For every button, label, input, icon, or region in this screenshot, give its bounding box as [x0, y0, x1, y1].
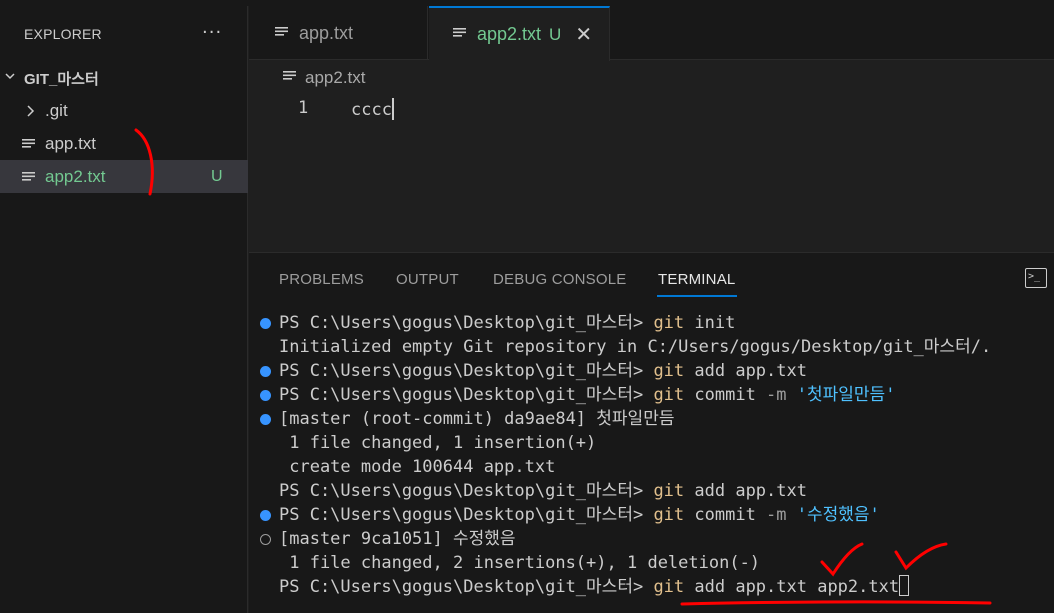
command-success-icon [260, 318, 271, 329]
new-terminal-icon[interactable]: >_ [1025, 268, 1047, 288]
tree-item-git[interactable]: .git [0, 94, 248, 127]
file-lines-icon [283, 68, 297, 88]
vscode-window: EXPLORER ··· GIT_마스터 .git app.txt app2.t… [0, 0, 1054, 613]
terminal-line: [master (root-commit) da9ae84] 첫파일만듬 [279, 409, 675, 429]
terminal-line: PS C:\Users\gogus\Desktop\git_마스터> git c… [279, 385, 896, 405]
command-pending-icon [260, 534, 271, 545]
command-success-icon [260, 510, 271, 521]
ellipsis-icon[interactable]: ··· [202, 22, 222, 43]
line-text[interactable]: cccc [351, 98, 394, 120]
tab-terminal[interactable]: TERMINAL [658, 271, 735, 288]
editor-tabbar: app.txt app2.txt U ✕ [249, 6, 1054, 61]
untracked-badge: U [211, 167, 223, 185]
tab-app2-txt[interactable]: app2.txt U ✕ [429, 6, 610, 61]
terminal-line: PS C:\Users\gogus\Desktop\git_마스터> git i… [279, 313, 736, 333]
tab-label: app2.txt [477, 24, 542, 44]
tree-item-app2-txt[interactable]: app2.txt U [0, 160, 248, 193]
explorer-title: EXPLORER [24, 26, 102, 42]
file-lines-icon [22, 169, 38, 185]
workspace-folder[interactable]: GIT_마스터 [0, 64, 248, 92]
terminal-line: create mode 100644 app.txt [279, 457, 556, 477]
tab-debug-console[interactable]: DEBUG CONSOLE [493, 271, 626, 288]
text-cursor [391, 98, 394, 120]
chevron-right-icon [22, 103, 38, 119]
breadcrumb-file: app2.txt [305, 68, 366, 87]
tab-label: app.txt [299, 22, 354, 43]
tab-output[interactable]: OUTPUT [396, 271, 459, 288]
terminal-line: 1 file changed, 1 insertion(+) [279, 433, 597, 453]
command-success-icon [260, 414, 271, 425]
untracked-badge: U [549, 24, 562, 44]
terminal-line: PS C:\Users\gogus\Desktop\git_마스터> git a… [279, 481, 807, 501]
tree-item-label: app.txt [45, 133, 97, 153]
terminal-line: PS C:\Users\gogus\Desktop\git_마스터> git a… [279, 361, 807, 381]
terminal-output[interactable]: PS C:\Users\gogus\Desktop\git_마스터> git i… [249, 311, 1054, 611]
chevron-down-icon [4, 70, 18, 86]
folder-name: GIT_마스터 [24, 70, 99, 88]
file-lines-icon [22, 136, 38, 152]
bottom-panel: PROBLEMS OUTPUT DEBUG CONSOLE TERMINAL >… [249, 252, 1054, 613]
file-lines-icon [275, 23, 289, 44]
terminal-cursor [899, 575, 910, 596]
tree-item-label: app2.txt [45, 166, 106, 186]
terminal-line: 1 file changed, 2 insertions(+), 1 delet… [279, 553, 761, 573]
tab-app-txt[interactable]: app.txt [249, 6, 428, 60]
tree-item-app-txt[interactable]: app.txt [0, 127, 248, 160]
editor-line[interactable]: 1 cccc [249, 96, 1054, 120]
file-lines-icon [453, 24, 467, 45]
close-icon[interactable]: ✕ [575, 22, 592, 47]
line-number: 1 [298, 98, 309, 118]
line-content: cccc [351, 100, 392, 120]
terminal-line: [master 9ca1051] 수정했음 [279, 529, 516, 549]
terminal-input-line[interactable]: PS C:\Users\gogus\Desktop\git_마스터> git a… [279, 575, 910, 599]
breadcrumb[interactable]: app2.txt [283, 66, 366, 90]
terminal-line: Initialized empty Git repository in C:/U… [279, 337, 992, 357]
active-tab-indicator [657, 295, 737, 297]
command-success-icon [260, 366, 271, 377]
explorer-sidebar: EXPLORER ··· GIT_마스터 .git app.txt app2.t… [0, 6, 248, 613]
tab-problems[interactable]: PROBLEMS [279, 271, 364, 288]
terminal-line: PS C:\Users\gogus\Desktop\git_마스터> git c… [279, 505, 880, 525]
tree-item-label: .git [45, 100, 68, 120]
command-success-icon [260, 390, 271, 401]
